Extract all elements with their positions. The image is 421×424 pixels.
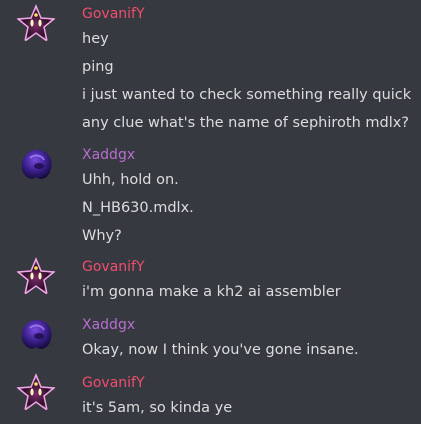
message-text: N_HB630.mdlx. <box>82 200 194 216</box>
message-text: any clue what's the name of sephiroth md… <box>82 115 410 131</box>
message-group: Xaddgx Uhh, hold on. N_HB630.mdlx. Why? <box>0 144 194 250</box>
message-text: i'm gonna make a kh2 ai assembler <box>82 284 341 300</box>
star-avatar[interactable] <box>16 373 56 413</box>
message-group: GovanifY i'm gonna make a kh2 ai assembl… <box>0 257 341 306</box>
message-group: GovanifY hey ping i just wanted to check… <box>0 4 412 137</box>
purple-blob-avatar[interactable] <box>16 144 56 184</box>
message-author[interactable]: Xaddgx <box>82 146 194 164</box>
message-author[interactable]: GovanifY <box>82 374 232 392</box>
message-author[interactable]: GovanifY <box>82 258 341 276</box>
message-text: hey <box>82 31 109 47</box>
message-text: i just wanted to check something really … <box>82 87 412 103</box>
star-avatar[interactable] <box>16 257 56 297</box>
star-avatar[interactable] <box>16 4 56 44</box>
message-text: it's 5am, so kinda ye <box>82 400 233 416</box>
message-text: Okay, now I think you've gone insane. <box>82 342 359 358</box>
message-group: GovanifY it's 5am, so kinda ye <box>0 373 233 422</box>
message-text: Why? <box>82 228 122 244</box>
message-author[interactable]: GovanifY <box>82 5 411 23</box>
message-text: ping <box>82 59 114 75</box>
message-group: Xaddgx Okay, now I think you've gone ins… <box>0 314 359 364</box>
message-author[interactable]: Xaddgx <box>82 316 359 334</box>
chat-log: GovanifY hey ping i just wanted to check… <box>0 0 421 424</box>
purple-blob-avatar[interactable] <box>16 314 56 354</box>
message-text: Uhh, hold on. <box>82 172 179 188</box>
